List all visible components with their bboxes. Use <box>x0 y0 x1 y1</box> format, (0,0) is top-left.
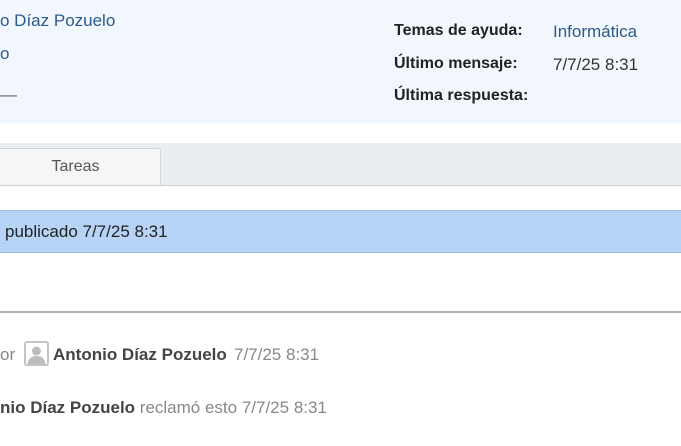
requester-detail: o <box>0 44 10 63</box>
tabs-bar: Tareas <box>0 143 681 186</box>
last-reply-label: Última respuesta: <box>394 87 529 104</box>
activity-author[interactable]: nio Díaz Pozuelo <box>0 398 135 417</box>
activity-prefix: or <box>0 345 16 364</box>
user-avatar-icon <box>24 341 49 366</box>
divider <box>0 311 681 313</box>
post-header: publicado 7/7/25 8:31 <box>0 210 681 253</box>
ticket-info-panel: o Díaz Pozuelo o — Temas de ayuda: Infor… <box>0 0 681 123</box>
requester-extra: — <box>0 85 17 104</box>
tab-tareas[interactable]: Tareas <box>0 148 161 185</box>
activity-claim-text: reclamó esto 7/7/25 8:31 <box>135 398 327 417</box>
activity-row-claimed: nio Díaz Pozuelo reclamó esto 7/7/25 8:3… <box>0 398 327 418</box>
help-topics-label: Temas de ayuda: <box>394 22 523 39</box>
activity-author[interactable]: Antonio Díaz Pozuelo <box>53 345 227 365</box>
help-topics-value[interactable]: Informática <box>553 22 637 42</box>
last-message-value: 7/7/25 8:31 <box>553 55 639 74</box>
requester-name[interactable]: o Díaz Pozuelo <box>0 11 115 31</box>
last-message-label: Último mensaje: <box>394 55 518 72</box>
activity-time: 7/7/25 8:31 <box>234 345 320 364</box>
